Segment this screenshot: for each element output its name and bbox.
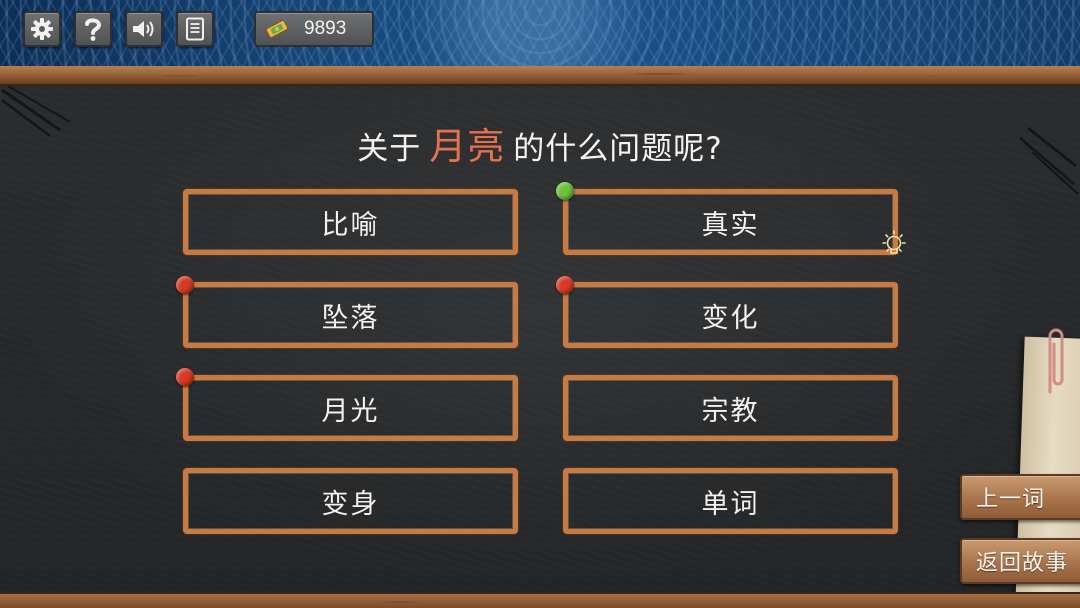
question-icon xyxy=(82,16,104,42)
question-suffix: 的什么问题呢? xyxy=(513,131,723,167)
answer-option[interactable]: 单词 xyxy=(563,468,898,534)
board-frame-bottom xyxy=(0,592,1080,608)
question-prefix: 关于 xyxy=(357,131,422,167)
answer-option[interactable]: 变化 xyxy=(563,282,898,348)
answer-label: 宗教 xyxy=(701,395,760,427)
previous-word-button[interactable]: 上一词 xyxy=(960,474,1080,520)
notebook-icon xyxy=(185,17,205,41)
answer-label: 真实 xyxy=(701,209,760,241)
notes-button[interactable] xyxy=(176,11,214,47)
answer-label: 变化 xyxy=(701,302,760,334)
paperclip-icon xyxy=(1048,328,1064,394)
sound-button[interactable] xyxy=(125,11,163,47)
back-to-story-label: 返回故事 xyxy=(976,551,1069,576)
answer-option[interactable]: 变身 xyxy=(183,468,518,534)
gear-icon xyxy=(30,17,54,41)
currency-value: 9893 xyxy=(304,18,347,39)
answer-option[interactable]: 比喻 xyxy=(183,189,518,255)
answer-option[interactable]: 坠落 xyxy=(183,282,518,348)
settings-button[interactable] xyxy=(23,11,61,47)
status-pin-green xyxy=(556,182,574,200)
question-keyword: 月亮 xyxy=(429,125,506,168)
back-to-story-button[interactable]: 返回故事 xyxy=(960,538,1080,584)
status-pin-red xyxy=(176,368,194,386)
answer-option[interactable]: 真实 xyxy=(563,189,898,255)
ticket-coin-icon xyxy=(264,19,290,39)
answer-label: 比喻 xyxy=(321,209,380,241)
question-text: 关于 月亮 的什么问题呢? xyxy=(0,116,1080,170)
answer-label: 单词 xyxy=(701,488,760,520)
speaker-icon xyxy=(131,18,157,40)
help-button[interactable] xyxy=(74,11,112,47)
answer-option[interactable]: 月光 xyxy=(183,375,518,441)
answer-option[interactable]: 宗教 xyxy=(563,375,898,441)
status-pin-red xyxy=(176,276,194,294)
answer-label: 月光 xyxy=(321,395,380,427)
board-frame-top xyxy=(0,66,1080,86)
status-pin-red xyxy=(556,276,574,294)
lightbulb-icon[interactable] xyxy=(878,228,910,260)
currency-counter: 9893 xyxy=(254,11,374,47)
answer-label: 坠落 xyxy=(321,302,380,334)
previous-word-label: 上一词 xyxy=(976,487,1046,512)
answer-label: 变身 xyxy=(321,488,380,520)
